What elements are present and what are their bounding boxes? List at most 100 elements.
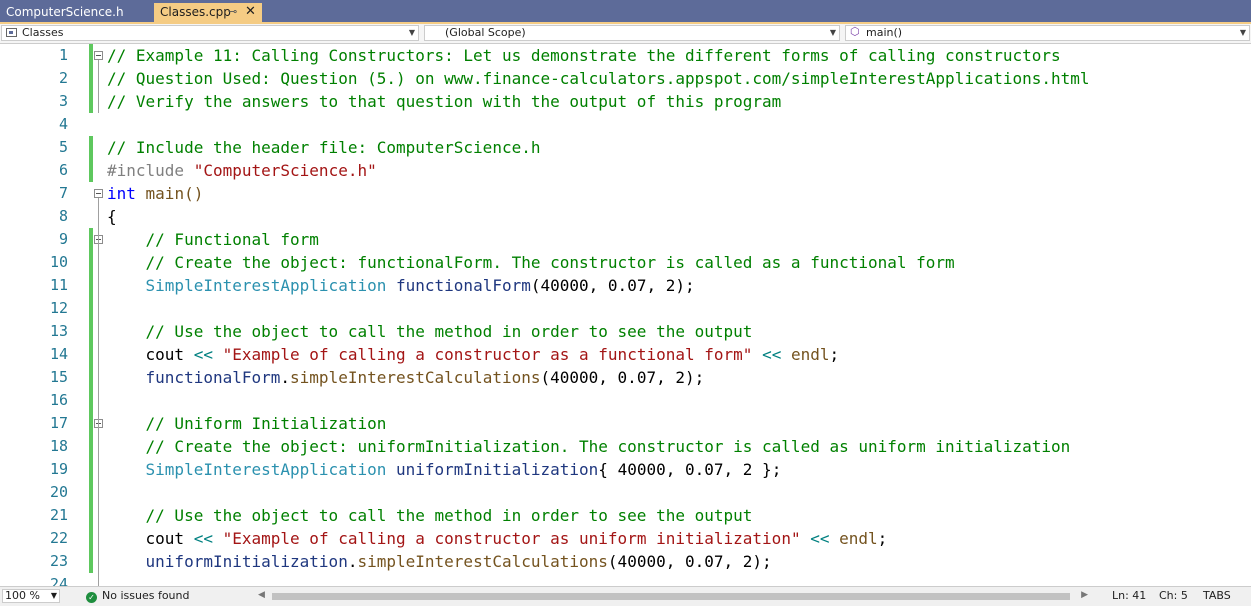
dropdown-arrow-icon[interactable]: ▼ [1240,26,1246,40]
code-token: // Uniform Initialization [107,414,387,433]
code-token: "Example of calling a constructor as uni… [222,529,801,548]
code-token: SimpleInterestApplication [145,276,387,295]
tab-classes-cpp[interactable]: Classes.cpp ⊸ ✕ [154,3,262,22]
zoom-dropdown[interactable]: 100 % ▼ [2,589,60,603]
scrollbar-thumb[interactable] [272,593,1070,600]
line-number: 11 [49,276,68,294]
line-number: 21 [49,506,68,524]
pin-icon[interactable]: ⊸ [228,3,237,21]
code-token: << [193,345,213,364]
code-token: (40000, 0.07, 2); [607,552,772,571]
code-token: // Question Used: Question (5.) on www.f… [107,69,1090,88]
horizontal-scrollbar[interactable]: ◀ ▶ [258,590,1088,602]
code-line[interactable]: functionalForm.simpleInterestCalculation… [107,366,705,389]
code-line[interactable]: // Use the object to call the method in … [107,504,753,527]
code-line[interactable]: SimpleInterestApplication uniformInitial… [107,458,782,481]
code-token: endl [839,529,878,548]
code-line[interactable]: // Example 11: Calling Constructors: Let… [107,44,1061,67]
code-line[interactable]: // Include the header file: ComputerScie… [107,136,540,159]
code-line[interactable]: // Question Used: Question (5.) on www.f… [107,67,1090,90]
collapse-icon[interactable] [94,51,103,60]
code-token: // Include the header file: ComputerScie… [107,138,541,157]
line-number: 15 [49,368,68,386]
code-token: << [762,345,782,364]
line-number: 23 [49,552,68,570]
dropdown-arrow-icon[interactable]: ▼ [409,26,415,40]
code-token: // Verify the answers to that question w… [107,92,782,111]
code-token: (40000, 0.07, 2); [530,276,695,295]
line-number: 19 [49,460,68,478]
dropdown-arrow-icon[interactable]: ▼ [51,590,57,602]
code-token: { [107,207,117,226]
fold-guide-line [98,198,99,586]
tab-label: Classes.cpp [160,5,231,19]
code-line[interactable]: // Verify the answers to that question w… [107,90,781,113]
member-dropdown-value: main() [866,26,903,39]
code-line[interactable]: SimpleInterestApplication functionalForm… [107,274,695,297]
code-token: simpleInterestCalculations [357,552,608,571]
code-token: // Functional form [107,230,319,249]
code-token: cout [107,345,194,364]
code-token: "Example of calling a constructor as a f… [222,345,753,364]
code-line[interactable]: // Create the object: functionalForm. Th… [107,251,955,274]
scroll-left-icon[interactable]: ◀ [258,590,265,600]
code-token: ; [877,529,888,548]
change-marker-bar [89,44,93,113]
close-icon[interactable]: ✕ [245,3,256,21]
code-line[interactable]: uniformInitialization.simpleInterestCalc… [107,550,772,573]
project-dropdown[interactable]: Classes ▼ [1,25,419,41]
indent-mode-indicator[interactable]: TABS [1203,589,1231,603]
code-line[interactable]: // Create the object: uniformInitializat… [107,435,1071,458]
code-token: // Create the object: uniformInitializat… [107,437,1071,456]
line-number: 4 [58,115,68,133]
issues-indicator[interactable]: ✓ No issues found [86,589,189,603]
change-marker-bar [89,228,93,573]
line-number: 3 [58,92,68,110]
code-line[interactable]: // Functional form [107,228,319,251]
column-indicator[interactable]: Ch: 5 [1159,589,1188,603]
code-token: uniformInitialization [145,552,348,571]
project-icon [6,28,17,37]
code-line[interactable]: // Uniform Initialization [107,412,387,435]
scroll-right-icon[interactable]: ▶ [1081,590,1088,600]
dropdown-arrow-icon[interactable]: ▼ [830,26,836,40]
tab-computerscience-h[interactable]: ComputerScience.h [0,3,152,22]
line-number: 7 [58,184,68,202]
code-token: ; [829,345,840,364]
line-number: 9 [58,230,68,248]
code-line[interactable]: cout << "Example of calling a constructo… [107,343,840,366]
code-editor[interactable]: 1 2 3 4 5 6 7 8 9 10 11 12 13 14 15 16 17 18 19 20 21 22 23 24 … [0,44,1251,586]
code-token: . [280,368,291,387]
line-number: 22 [49,529,68,547]
code-line[interactable]: cout << "Example of calling a constructo… [107,527,888,550]
line-number: 1 [58,46,68,64]
code-token: SimpleInterestApplication [145,460,387,479]
line-number: 10 [49,253,68,271]
code-token: "ComputerScience.h" [193,161,377,180]
code-line[interactable]: int main() [107,182,203,205]
code-token: // Example 11: Calling Constructors: Let… [107,46,1061,65]
code-line[interactable]: #include "ComputerScience.h" [107,159,377,182]
collapse-icon[interactable] [94,189,103,198]
code-line[interactable]: { [107,205,117,228]
line-number: 16 [49,391,68,409]
line-number: 6 [58,161,68,179]
line-number: 13 [49,322,68,340]
scope-dropdown[interactable]: (Global Scope) ▼ [424,25,840,41]
member-dropdown[interactable]: ⬡ main() ▼ [845,25,1250,41]
line-indicator[interactable]: Ln: 41 [1112,589,1146,603]
code-token: uniformInitialization [396,460,599,479]
code-token: main() [135,184,204,203]
check-circle-icon: ✓ [86,592,97,603]
code-token: #include [107,161,194,180]
line-number: 17 [49,414,68,432]
code-line[interactable]: // Use the object to call the method in … [107,320,753,343]
status-bar: 100 % ▼ ✓ No issues found ◀ ▶ Ln: 41 Ch: … [0,586,1251,606]
fold-guide-line [98,60,99,113]
